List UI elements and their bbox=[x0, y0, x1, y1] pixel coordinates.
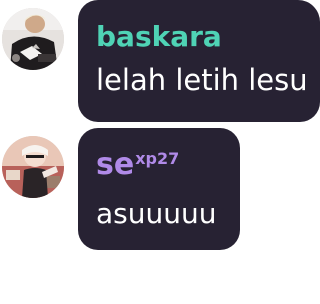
chat-thread: baskara lelah letih lesu sexp27 asuuuuu bbox=[0, 0, 320, 304]
user-avatar[interactable] bbox=[2, 8, 64, 70]
username-superscript: xp27 bbox=[135, 149, 180, 168]
message-bubble: sexp27 asuuuuu bbox=[78, 128, 240, 250]
username-label[interactable]: sexp27 bbox=[96, 150, 179, 180]
message-bubble: baskara lelah letih lesu bbox=[78, 0, 320, 122]
message-text: asuuuuu bbox=[96, 197, 217, 230]
username-main: se bbox=[96, 147, 135, 182]
avatar-photo-icon bbox=[2, 8, 64, 70]
username-label[interactable]: baskara bbox=[96, 23, 222, 51]
user-avatar[interactable] bbox=[2, 136, 64, 198]
avatar-photo-icon bbox=[2, 136, 64, 198]
message-text: lelah letih lesu bbox=[96, 63, 308, 97]
